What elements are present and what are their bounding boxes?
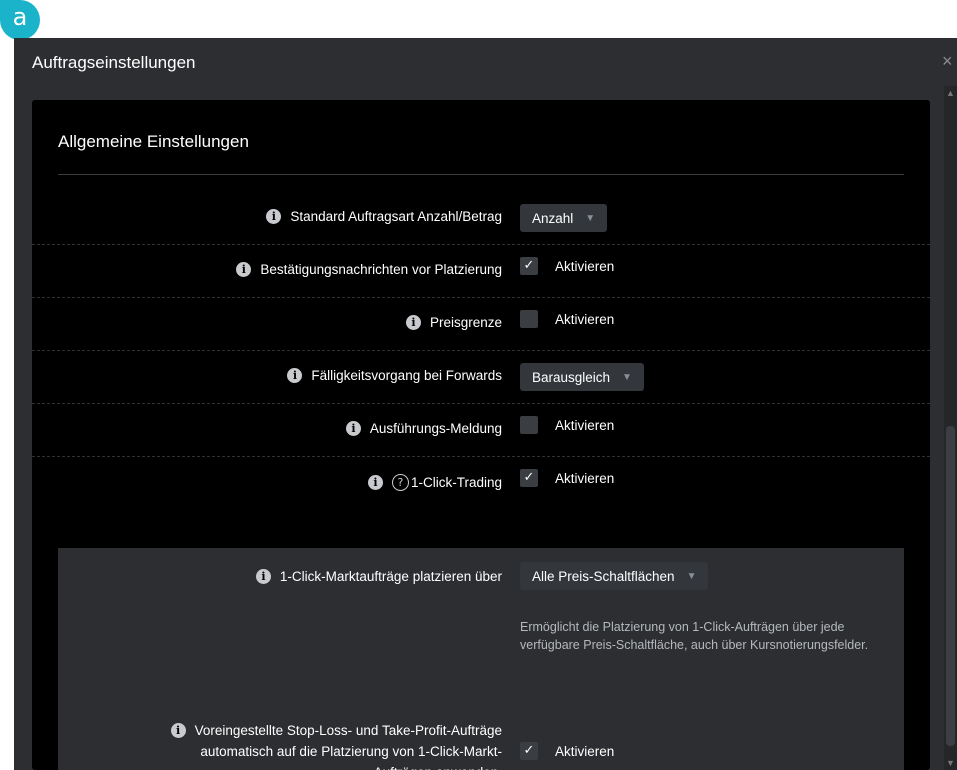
info-icon[interactable]: i: [367, 475, 383, 490]
info-icon[interactable]: i: [345, 421, 361, 436]
scroll-up-icon[interactable]: ▲: [946, 88, 955, 98]
setting-row-order-type: i Standard Auftragsart Anzahl/Betrag Anz…: [32, 192, 930, 245]
info-icon[interactable]: i: [405, 315, 421, 330]
confirmation-checkbox[interactable]: ✓: [520, 257, 538, 275]
step-badge: a: [0, 0, 40, 40]
market-orders-label-text: 1-Click-Marktaufträge platzieren über: [279, 569, 502, 584]
one-click-subsettings: i 1-Click-Marktaufträge platzieren über A…: [58, 548, 904, 770]
info-icon[interactable]: i: [170, 722, 186, 738]
stoploss-label-text: Voreingestellte Stop-Loss- und Take-Prof…: [194, 723, 502, 738]
dialog-title: Auftragseinstellungen: [32, 53, 196, 72]
dropdown-value: Anzahl: [532, 210, 574, 226]
execution-notice-checkbox[interactable]: [520, 416, 538, 434]
checkbox-label: Aktivieren: [555, 470, 615, 486]
section-divider: [58, 174, 904, 175]
forward-maturity-dropdown[interactable]: Barausgleich ▼: [520, 363, 644, 391]
setting-label: i Standard Auftragsart Anzahl/Betrag: [266, 209, 502, 224]
setting-control: Aktivieren: [520, 416, 614, 434]
setting-label: i ? 1-Click-Trading: [367, 474, 502, 491]
setting-control: Alle Preis-Schaltflächen ▼: [520, 562, 709, 590]
stoploss-label-line: i Voreingestellte Stop-Loss- und Take-Pro…: [170, 720, 502, 741]
setting-label: i Ausführungs-Meldung: [345, 421, 502, 436]
setting-control: ✓ Aktivieren: [520, 469, 614, 487]
order-type-dropdown[interactable]: Anzahl ▼: [520, 204, 608, 232]
dialog-titlebar: Auftragseinstellungen: [14, 38, 957, 86]
setting-control: Aktivieren: [520, 310, 614, 328]
close-icon[interactable]: ×: [942, 51, 953, 72]
setting-label: i Preisgrenze: [405, 315, 502, 330]
scroll-thumb[interactable]: [946, 426, 955, 746]
price-buttons-dropdown[interactable]: Alle Preis-Schaltflächen ▼: [520, 562, 709, 590]
stoploss-checkbox[interactable]: ✓: [520, 742, 538, 760]
section-title: Allgemeine Einstellungen: [58, 132, 249, 151]
setting-label-text: Fälligkeitsvorgang bei Forwards: [311, 368, 502, 383]
one-click-trading-checkbox[interactable]: ✓: [520, 469, 538, 487]
chevron-down-icon: ▼: [686, 570, 697, 582]
setting-control: ✓ Aktivieren: [520, 257, 614, 275]
setting-control: Barausgleich ▼: [520, 363, 644, 391]
stoploss-label-line: automatisch auf die Platzierung von 1-Cl…: [200, 744, 502, 759]
setting-label: i Bestätigungsnachrichten vor Platzierun…: [236, 262, 502, 277]
setting-row-confirmation-messages: i Bestätigungsnachrichten vor Platzierun…: [32, 245, 930, 298]
checkbox-label: Aktivieren: [555, 743, 615, 759]
setting-label-text: 1-Click-Trading: [410, 475, 502, 490]
help-icon[interactable]: ?: [391, 474, 409, 491]
settings-panel: Allgemeine Einstellungen i Standard Auft…: [32, 100, 930, 770]
vertical-scrollbar[interactable]: ▲ ▼: [944, 86, 957, 770]
setting-row-one-click-trading: i ? 1-Click-Trading ✓ Aktivieren: [32, 457, 930, 509]
market-orders-description: Ermöglicht die Platzierung von 1-Click-A…: [520, 620, 869, 652]
info-icon[interactable]: i: [255, 568, 271, 584]
checkbox-label: Aktivieren: [555, 258, 615, 274]
chevron-down-icon: ▼: [622, 371, 632, 383]
dropdown-value: Alle Preis-Schaltflächen: [532, 568, 675, 584]
setting-label-text: Bestätigungsnachrichten vor Platzierung: [260, 262, 502, 277]
setting-label-text: Standard Auftragsart Anzahl/Betrag: [290, 209, 502, 224]
checkbox-label: Aktivieren: [555, 311, 615, 327]
setting-control: Anzahl ▼: [520, 204, 608, 232]
setting-row-price-limit: i Preisgrenze Aktivieren: [32, 298, 930, 351]
setting-label-text: Preisgrenze: [429, 315, 502, 330]
info-icon[interactable]: i: [266, 209, 282, 224]
dropdown-value: Barausgleich: [532, 369, 611, 385]
stoploss-label-line: Aufträgen anwenden.: [171, 762, 502, 770]
chevron-down-icon: ▼: [585, 212, 596, 224]
scroll-down-icon[interactable]: ▼: [946, 758, 955, 768]
setting-row-forward-maturity: i Fälligkeitsvorgang bei Forwards Baraus…: [32, 351, 930, 404]
order-settings-dialog: Auftragseinstellungen × ▲ ▼ Allgemeine E…: [14, 38, 957, 770]
info-icon[interactable]: i: [287, 368, 303, 383]
info-icon[interactable]: i: [236, 262, 252, 277]
price-limit-checkbox[interactable]: [520, 310, 538, 328]
setting-row-execution-notice: i Ausführungs-Meldung Aktivieren: [32, 404, 930, 457]
stoploss-label: i Voreingestellte Stop-Loss- und Take-Pro…: [170, 720, 502, 770]
checkbox-label: Aktivieren: [555, 417, 615, 433]
setting-label-text: Ausführungs-Meldung: [369, 421, 502, 436]
setting-label: i Fälligkeitsvorgang bei Forwards: [287, 368, 502, 383]
market-orders-label: i 1-Click-Marktaufträge platzieren über: [255, 566, 502, 587]
setting-control: ✓ Aktivieren: [520, 742, 614, 760]
